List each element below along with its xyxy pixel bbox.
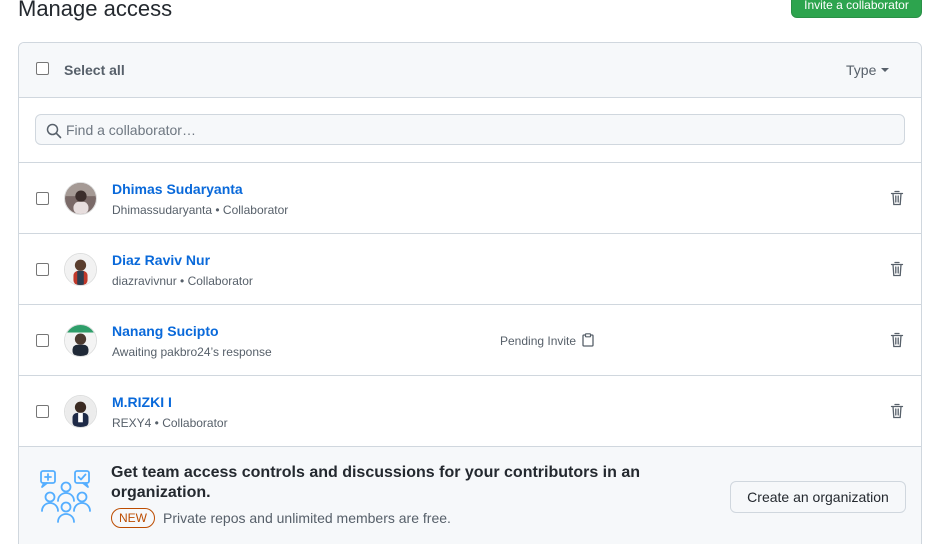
member-checkbox[interactable] xyxy=(36,405,49,418)
search-row xyxy=(19,98,921,163)
trash-icon[interactable] xyxy=(890,261,904,277)
avatar[interactable] xyxy=(64,395,97,428)
member-name[interactable]: Diaz Raviv Nur xyxy=(112,252,210,268)
member-checkbox[interactable] xyxy=(36,192,49,205)
trash-icon[interactable] xyxy=(890,332,904,348)
promo-title: Get team access controls and discussions… xyxy=(111,464,641,501)
member-checkbox[interactable] xyxy=(36,263,49,276)
type-filter-dropdown[interactable]: Type xyxy=(846,62,890,78)
search-field[interactable] xyxy=(35,114,905,145)
member-checkbox[interactable] xyxy=(36,334,49,347)
select-all-checkbox[interactable] xyxy=(36,62,49,75)
page-title: Manage access xyxy=(18,0,173,21)
member-row: Dhimas Sudaryanta Dhimassudaryanta • Col… xyxy=(19,163,921,234)
organization-illustration xyxy=(40,470,91,523)
member-subtitle: REXY4 • Collaborator xyxy=(112,416,228,430)
member-name[interactable]: Dhimas Sudaryanta xyxy=(112,181,243,197)
member-row: M.RIZKI I REXY4 • Collaborator xyxy=(19,376,921,447)
avatar[interactable] xyxy=(64,182,97,215)
invite-collaborator-button[interactable]: Invite a collaborator xyxy=(791,0,922,18)
avatar[interactable] xyxy=(64,324,97,357)
list-header: Select all Type xyxy=(19,43,921,98)
type-filter-label: Type xyxy=(846,62,877,78)
member-subtitle: diazravivnur • Collaborator xyxy=(112,274,253,288)
avatar[interactable] xyxy=(64,253,97,286)
promo-subtitle: Private repos and unlimited members are … xyxy=(163,510,451,526)
new-badge: NEW xyxy=(111,508,155,528)
pending-invite-label: Pending Invite xyxy=(500,334,577,348)
member-row: Nanang Sucipto Awaiting pakbro24’s respo… xyxy=(19,305,921,376)
create-organization-button[interactable]: Create an organization xyxy=(730,481,906,513)
access-list: Select all Type Dhimas Sudaryanta Dhimas… xyxy=(18,42,922,544)
caret-down-icon xyxy=(881,68,890,73)
member-subtitle: Awaiting pakbro24’s response xyxy=(112,345,272,359)
member-subtitle: Dhimassudaryanta • Collaborator xyxy=(112,203,289,217)
member-name[interactable]: Nanang Sucipto xyxy=(112,323,219,339)
trash-icon[interactable] xyxy=(890,403,904,419)
search-input[interactable] xyxy=(66,115,886,144)
select-all-label[interactable]: Select all xyxy=(64,62,125,78)
trash-icon[interactable] xyxy=(890,190,904,206)
clipboard-icon[interactable] xyxy=(582,333,594,347)
organization-promo: Get team access controls and discussions… xyxy=(19,447,921,544)
search-icon xyxy=(46,123,62,139)
member-row: Diaz Raviv Nur diazravivnur • Collaborat… xyxy=(19,234,921,305)
member-name[interactable]: M.RIZKI I xyxy=(112,394,172,410)
